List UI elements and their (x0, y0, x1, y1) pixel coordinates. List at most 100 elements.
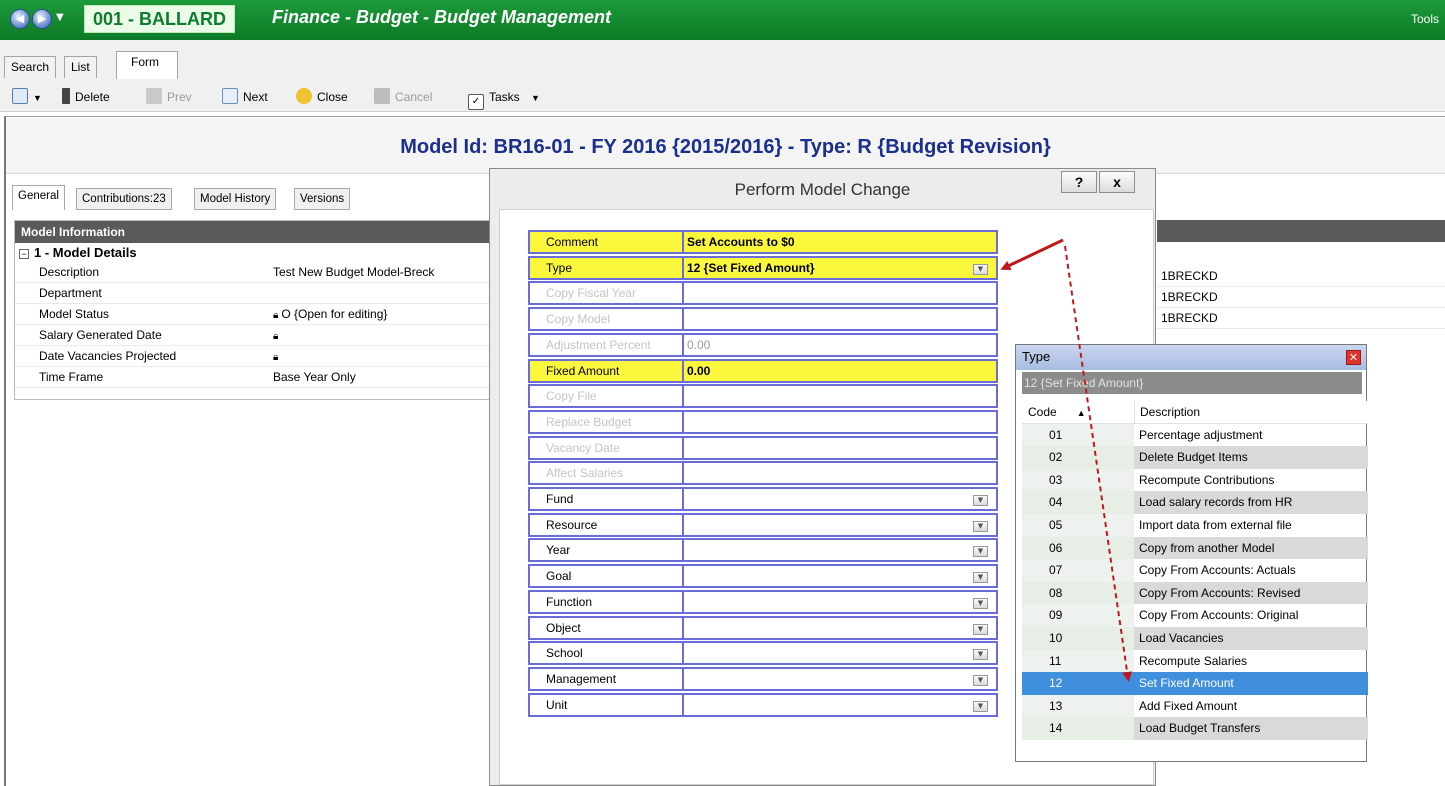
type-code: 02 (1022, 446, 1134, 469)
tasks-button[interactable]: ✓ Tasks ▼ (468, 88, 540, 110)
property-label: Time Frame (39, 370, 104, 384)
next-button[interactable]: Next (222, 88, 268, 106)
tab-versions[interactable]: Versions (294, 188, 351, 210)
type-option-row[interactable]: 04 Load salary records from HR (1022, 491, 1368, 514)
school-input[interactable]: ▼ (683, 641, 998, 666)
type-input[interactable]: 12 {Set Fixed Amount} ▼ (683, 255, 998, 280)
close-label: Close (317, 90, 348, 104)
tab-model-history[interactable]: Model History (194, 188, 277, 210)
function-input[interactable]: ▼ (683, 589, 998, 614)
dropdown-icon[interactable]: ▼ (973, 597, 988, 609)
dropdown-icon[interactable]: ▼ (973, 674, 988, 686)
type-code: 01 (1022, 423, 1134, 447)
lock-icon: 🔒︎ (273, 352, 279, 363)
property-label: Date Vacancies Projected (39, 349, 177, 363)
fund-input[interactable]: ▼ (683, 487, 998, 511)
resource-input[interactable]: ▼ (683, 512, 998, 537)
type-code: 06 (1022, 536, 1134, 560)
type-option-row[interactable]: 10 Load Vacancies (1022, 626, 1368, 650)
model-header: Model Id: BR16-01 - FY 2016 {2015/2016} … (6, 118, 1445, 174)
dropdown-icon[interactable]: ▼ (973, 520, 988, 532)
property-row[interactable]: Salary Generated Date 🔒︎ (15, 325, 491, 346)
delete-button[interactable]: Delete (62, 88, 110, 106)
comment-input[interactable]: Set Accounts to $0 (683, 230, 998, 254)
type-code: 04 (1022, 491, 1134, 514)
dropdown-icon[interactable]: ▼ (973, 495, 988, 506)
unit-input[interactable]: ▼ (683, 692, 998, 717)
type-option-row[interactable]: 09 Copy From Accounts: Original (1022, 604, 1368, 627)
property-label: Description (39, 265, 100, 279)
goal-input[interactable]: ▼ (683, 564, 998, 589)
property-row[interactable]: Date Vacancies Projected 🔒︎ (15, 346, 491, 367)
forward-arrow-icon[interactable]: ▶ (32, 9, 52, 29)
type-code: 09 (1022, 604, 1134, 627)
collapse-icon[interactable]: − (19, 249, 29, 259)
close-arrow-icon (296, 88, 312, 104)
help-button[interactable]: ? (1061, 171, 1097, 193)
field-label: Comment (528, 230, 683, 254)
field-row-object: Object ▼ (528, 615, 998, 640)
dropdown-icon[interactable]: ▼ (973, 649, 988, 661)
prev-button[interactable]: Prev (146, 88, 192, 106)
description-column-header[interactable]: Description (1134, 401, 1368, 424)
popup-close-icon[interactable]: ✕ (1346, 350, 1361, 365)
type-option-row[interactable]: 05 Import data from external file (1022, 513, 1368, 537)
year-input[interactable]: ▼ (683, 538, 998, 563)
type-option-row[interactable]: 13 Add Fixed Amount (1022, 694, 1368, 718)
type-option-row[interactable]: 14 Load Budget Transfers (1022, 717, 1368, 740)
replace-budget-input (683, 409, 998, 434)
fixed-amount-input[interactable]: 0.00 (683, 358, 998, 383)
type-description: Copy From Accounts: Revised (1134, 581, 1368, 605)
type-option-row[interactable]: 01 Percentage adjustment (1022, 423, 1368, 447)
dropdown-icon[interactable]: ▼ (973, 546, 988, 558)
type-description: Copy from another Model (1134, 536, 1368, 560)
type-description: Recompute Contributions (1139, 472, 1275, 487)
tab-form[interactable]: Form (116, 51, 178, 79)
back-arrow-icon[interactable]: ◀ (10, 9, 30, 29)
dropdown-icon[interactable]: ▼ (973, 700, 988, 712)
copy-fiscal-year-input (683, 281, 998, 306)
type-option-row[interactable]: 11 Recompute Salaries (1022, 649, 1368, 673)
property-label: Model Status (39, 307, 110, 321)
property-value[interactable]: Base Year Only (273, 367, 356, 387)
tab-search[interactable]: Search (4, 56, 57, 78)
type-code: 11 (1022, 649, 1134, 673)
property-row[interactable]: Model Status 🔒︎ O {Open for editing} (15, 304, 491, 325)
dialog-close-button[interactable]: x (1099, 171, 1135, 193)
type-option-row[interactable]: 02 Delete Budget Items (1022, 446, 1368, 469)
property-row[interactable]: Description Test New Budget Model-Breck (15, 262, 491, 283)
type-option-row[interactable]: 03 Recompute Contributions (1022, 468, 1368, 492)
group-header[interactable]: −1 - Model Details (15, 243, 491, 262)
type-option-row[interactable]: 08 Copy From Accounts: Revised (1022, 581, 1368, 605)
code-header-label: Code (1028, 405, 1057, 419)
type-option-row[interactable]: 12 Set Fixed Amount (1022, 672, 1368, 695)
nav-history-dropdown-icon[interactable]: ▼ (56, 12, 64, 23)
field-row-goal: Goal ▼ (528, 564, 998, 589)
type-option-row[interactable]: 07 Copy From Accounts: Actuals (1022, 559, 1368, 582)
property-value[interactable]: Test New Budget Model-Breck (273, 262, 434, 282)
field-row-affect-salaries: Affect Salaries (528, 461, 998, 486)
tab-contributions[interactable]: Contributions:23 (76, 188, 172, 210)
tab-list[interactable]: List (64, 56, 97, 78)
dropdown-icon[interactable]: ▼ (973, 623, 988, 635)
organization-label[interactable]: 001 - BALLARD (84, 5, 236, 33)
close-button[interactable]: Close (296, 88, 348, 106)
field-row-resource: Resource ▼ (528, 512, 998, 537)
property-row[interactable]: Department (15, 283, 491, 304)
dropdown-icon[interactable]: ▼ (973, 263, 988, 275)
code-column-header[interactable]: Code ▲ (1022, 401, 1134, 424)
type-option-row[interactable]: 06 Copy from another Model (1022, 536, 1368, 560)
field-row-unit: Unit ▼ (528, 692, 998, 717)
cancel-button[interactable]: Cancel (374, 88, 432, 106)
management-input[interactable]: ▼ (683, 666, 998, 691)
tools-menu[interactable]: Tools (1411, 12, 1439, 26)
field-row-copy-model: Copy Model (528, 307, 998, 332)
type-description: Recompute Salaries (1139, 653, 1248, 668)
tab-general[interactable]: General (12, 185, 65, 210)
field-label: Object (528, 615, 683, 640)
search-button[interactable]: ▼ (12, 88, 42, 107)
dropdown-icon[interactable]: ▼ (973, 572, 988, 584)
property-row[interactable]: Time Frame Base Year Only (15, 367, 491, 388)
field-label: Fixed Amount (528, 358, 683, 383)
object-input[interactable]: ▼ (683, 615, 998, 640)
